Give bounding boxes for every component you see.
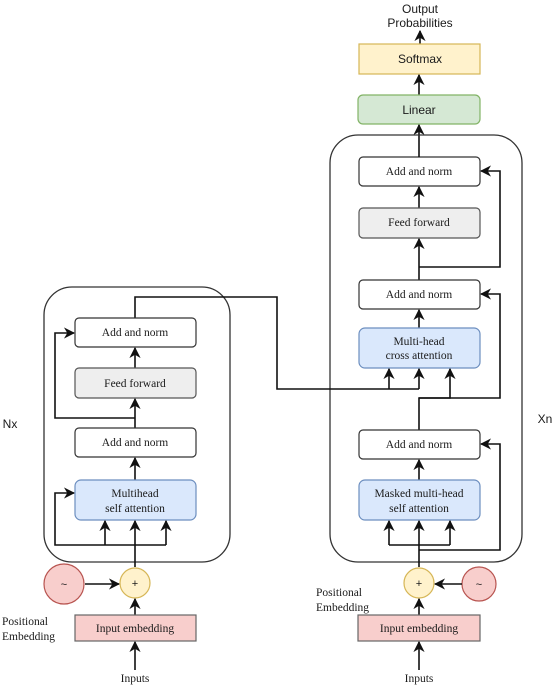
decoder-add-norm-bottom-label: Add and norm <box>386 439 452 451</box>
decoder-repeat-label: Xn <box>538 412 553 426</box>
encoder-add-norm-bottom-label: Add and norm <box>102 437 168 449</box>
encoder-add-norm-top-label: Add and norm <box>102 327 168 339</box>
decoder-positional-label-line2: Embedding <box>316 602 369 614</box>
decoder-positional-label-line1: Positional <box>316 587 362 599</box>
decoder-cross-attention <box>358 327 481 369</box>
encoder-sine-symbol: ~ <box>61 579 67 591</box>
decoder-input-embedding-label: Input embedding <box>380 623 458 635</box>
output-label-line1: Output <box>402 2 439 16</box>
encoder-positional-label-line1: Positional <box>2 616 48 628</box>
transformer-diagram: Output Probabilities Softmax Linear Xn A… <box>2 2 553 685</box>
encoder-attention-label-line2: self attention <box>105 503 165 515</box>
encoder-repeat-label: Nx <box>3 417 18 431</box>
masked-attention-label-line1: Masked multi-head <box>374 488 463 500</box>
softmax-label: Softmax <box>398 52 442 66</box>
cross-attention-query-arrow <box>418 367 456 430</box>
encoder-attention-label-line1: Multihead <box>111 488 159 500</box>
decoder-sum-symbol: + <box>416 578 422 590</box>
encoder-input-embedding-label: Input embedding <box>96 623 174 635</box>
encoder-positional-label-line2: Embedding <box>2 631 55 643</box>
decoder-inputs-label: Inputs <box>405 673 434 685</box>
output-label-line2: Probabilities <box>387 16 452 30</box>
encoder-sum-symbol: + <box>132 578 138 590</box>
linear-label: Linear <box>402 103 435 117</box>
decoder-add-norm-top-label: Add and norm <box>386 166 452 178</box>
masked-attention-label-line2: self attention <box>389 503 449 515</box>
cross-attention-label-line2: cross attention <box>386 350 453 362</box>
encoder-inputs-label: Inputs <box>121 673 150 685</box>
decoder-sine-symbol: ~ <box>476 579 482 591</box>
decoder-feed-forward-label: Feed forward <box>388 217 450 229</box>
cross-attention-label-line1: Multi-head <box>393 336 444 348</box>
decoder-add-norm-middle-label: Add and norm <box>386 289 452 301</box>
encoder-feed-forward-label: Feed forward <box>104 378 166 390</box>
